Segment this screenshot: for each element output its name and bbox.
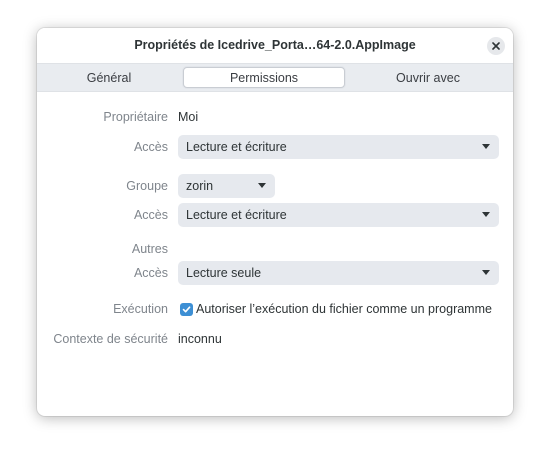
group-access-dropdown[interactable]: Lecture et écriture <box>178 203 499 227</box>
execution-label: Exécution <box>113 302 168 316</box>
dropdown-arrow-icon <box>258 183 266 188</box>
dropdown-arrow-icon <box>482 144 490 149</box>
owner-access-value: Lecture et écriture <box>186 140 287 154</box>
security-context-label: Contexte de sécurité <box>53 332 168 346</box>
group-dropdown[interactable]: zorin <box>178 174 275 198</box>
group-access-label: Accès <box>133 208 168 222</box>
window-title: Propriétés de Icedrive_Porta…64-2.0.AppI… <box>134 38 416 52</box>
group-access-value: Lecture et écriture <box>186 208 287 222</box>
owner-access-dropdown[interactable]: Lecture et écriture <box>178 135 499 159</box>
owner-value: Moi <box>178 110 199 124</box>
close-button[interactable] <box>487 37 505 55</box>
dropdown-arrow-icon <box>482 212 490 217</box>
tab-bar: Général Permissions Ouvrir avec <box>37 63 513 92</box>
tab-permissions[interactable]: Permissions <box>183 67 345 88</box>
others-access-dropdown[interactable]: Lecture seule <box>178 261 499 285</box>
execute-checkbox-label[interactable]: Autoriser l’exécution du fichier comme u… <box>196 302 492 316</box>
execute-checkbox[interactable] <box>180 303 193 316</box>
group-label: Groupe <box>126 179 168 193</box>
others-label: Autres <box>131 242 168 256</box>
close-icon <box>492 42 500 50</box>
owner-access-label: Accès <box>133 140 168 154</box>
tab-open-with[interactable]: Ouvrir avec <box>363 67 493 88</box>
owner-label: Propriétaire <box>103 110 168 124</box>
properties-window: Propriétés de Icedrive_Porta…64-2.0.AppI… <box>37 28 513 416</box>
dropdown-arrow-icon <box>482 270 490 275</box>
security-context-value: inconnu <box>178 332 222 346</box>
tab-general[interactable]: Général <box>47 67 171 88</box>
others-access-label: Accès <box>133 266 168 280</box>
group-value: zorin <box>186 179 214 193</box>
others-access-value: Lecture seule <box>186 266 262 280</box>
checkmark-icon <box>182 306 191 313</box>
titlebar: Propriétés de Icedrive_Porta…64-2.0.AppI… <box>37 28 513 63</box>
